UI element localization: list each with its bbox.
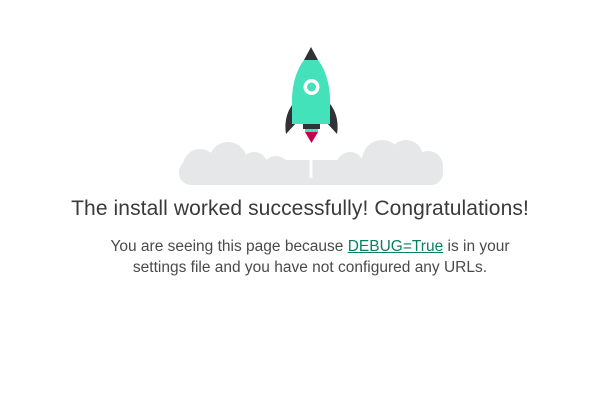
info-message-prefix: You are seeing this page because: [110, 238, 348, 255]
rocket-launch-illustration: [179, 47, 443, 185]
rocket-icon: [285, 47, 338, 143]
exhaust-trail: [309, 140, 313, 178]
page: The install worked successfully! Congrat…: [0, 0, 600, 400]
debug-setting-link[interactable]: DEBUG=True: [348, 238, 443, 255]
info-message: You are seeing this page because DEBUG=T…: [100, 236, 520, 278]
page-title: The install worked successfully! Congrat…: [71, 197, 529, 220]
